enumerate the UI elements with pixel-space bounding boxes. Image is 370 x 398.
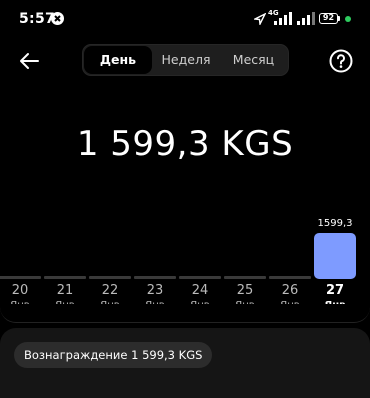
chart-bar-21[interactable] xyxy=(44,276,86,279)
chart-day-label: 25 xyxy=(236,283,254,298)
chart-day-label: 27 xyxy=(325,283,345,298)
signal-icon-2 xyxy=(297,12,315,25)
privacy-dot-icon xyxy=(345,16,351,22)
help-icon[interactable] xyxy=(329,49,353,73)
chart-bar-22[interactable] xyxy=(89,276,131,279)
chart-day-label: 20 xyxy=(11,283,29,298)
chart-bar-26[interactable] xyxy=(269,276,311,279)
signal-icon xyxy=(274,12,292,25)
battery-tip xyxy=(338,16,340,21)
period-switcher: День Неделя Месяц xyxy=(82,44,289,76)
tab-week[interactable]: Неделя xyxy=(153,45,219,75)
status-time: 5:57 xyxy=(19,11,56,27)
chart-bar-25[interactable] xyxy=(224,276,266,279)
chart-day-label: 22 xyxy=(101,283,119,298)
tab-day[interactable]: День xyxy=(84,46,152,74)
status-bar: 5:57 4G 92 xyxy=(0,0,370,38)
battery-icon: 92 xyxy=(319,13,338,24)
chart-bar-23[interactable] xyxy=(134,276,176,279)
chart-day-label: 23 xyxy=(146,283,164,298)
reward-chip[interactable]: Вознаграждение 1 599,3 KGS xyxy=(14,342,213,368)
tab-month[interactable]: Месяц xyxy=(219,45,288,75)
chart-day-label: 24 xyxy=(191,283,209,298)
chart-panel-edge xyxy=(0,304,370,323)
total-amount: 1 599,3 KGS xyxy=(76,124,294,164)
chart-bar-20[interactable] xyxy=(0,276,41,279)
location-arrow-icon xyxy=(254,13,266,25)
chart-value-label: 1599,3 xyxy=(317,218,353,229)
back-arrow-icon[interactable] xyxy=(18,50,40,72)
chart-day-label: 21 xyxy=(56,283,74,298)
chart-bar-24[interactable] xyxy=(179,276,221,279)
chart-bar-27[interactable] xyxy=(314,233,356,279)
app-notification-icon xyxy=(51,12,64,25)
battery-level: 92 xyxy=(322,13,335,22)
chart-day-label: 26 xyxy=(281,283,299,298)
